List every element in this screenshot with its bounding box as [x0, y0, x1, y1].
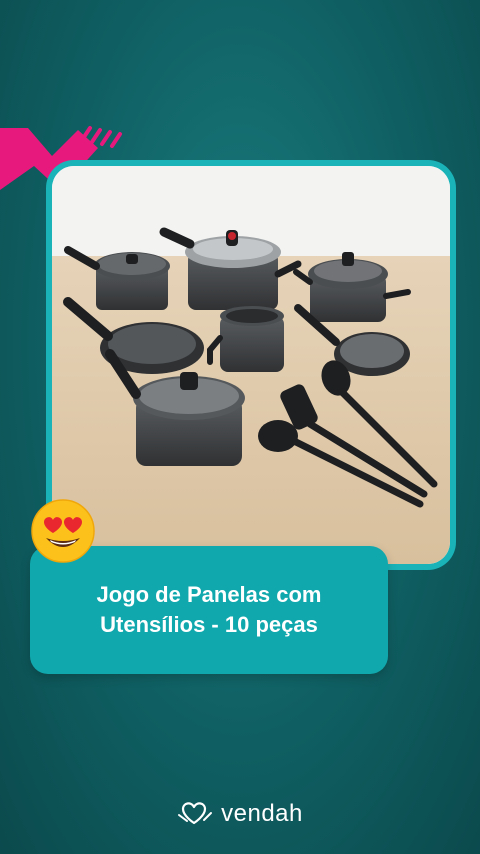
milk-pot — [207, 306, 284, 372]
brand-footer: vendah — [0, 796, 480, 832]
brand-name: vendah — [221, 800, 303, 827]
heart-eyes-emoji — [31, 499, 95, 563]
heart-hands-icon — [178, 802, 213, 825]
product-title: Jogo de Panelas com Utensílios - 10 peça… — [69, 580, 349, 640]
cookware-illustration — [52, 166, 450, 564]
product-photo — [52, 166, 450, 564]
product-caption-card: Jogo de Panelas com Utensílios - 10 peça… — [30, 546, 388, 674]
product-title-line2: Utensílios - 10 peças — [100, 612, 318, 637]
product-title-line1: Jogo de Panelas com — [96, 582, 322, 607]
